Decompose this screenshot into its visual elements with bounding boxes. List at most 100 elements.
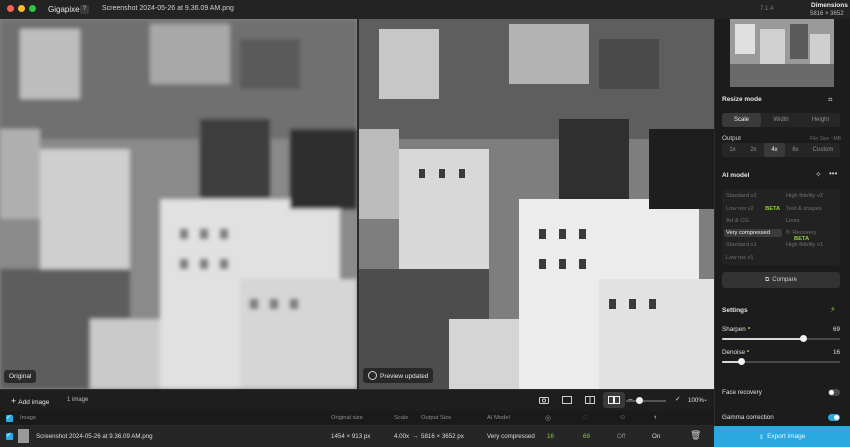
face-recovery-label: Face recovery: [722, 389, 762, 396]
navigator-thumbnail[interactable]: [730, 19, 834, 87]
denoise-slider-knob[interactable]: [738, 358, 745, 365]
row-denoise: 69: [583, 433, 590, 440]
model-high-fidelity-v2[interactable]: High fidelity v2: [786, 193, 823, 199]
resize-mode-tabs: Scale Width Height: [722, 113, 840, 127]
help-badge[interactable]: ?: [80, 5, 89, 14]
header-ai-model[interactable]: AI Model: [487, 415, 510, 421]
zoom-in-icon[interactable]: ✓: [675, 395, 681, 403]
close-window-button[interactable]: [7, 5, 14, 12]
ai-model-title: AI model: [722, 172, 750, 179]
row-scale: 4.00x: [394, 433, 410, 440]
file-thumbnail: [18, 429, 29, 443]
denoise-column-icon: ◌: [583, 414, 588, 421]
header-image[interactable]: Image: [20, 415, 36, 421]
header-scale[interactable]: Scale: [394, 415, 409, 421]
row-file-name: Screenshot 2024-05-26 at 9.36.09 AM.png: [36, 433, 153, 440]
upscaled-image: [359, 19, 714, 389]
sharpen-text: Sharpen: [722, 326, 746, 333]
header-output-size[interactable]: Output Size: [421, 415, 451, 421]
crop-icon[interactable]: ⌗: [828, 95, 833, 105]
beta-badge: BETA: [765, 206, 781, 212]
maximize-window-button[interactable]: [29, 5, 36, 12]
sharpen-value: 69: [833, 326, 841, 333]
lightning-icon[interactable]: ⚡: [830, 305, 836, 314]
model-low-res-v2[interactable]: Low res v2 BETA: [726, 206, 780, 212]
low-res-v2-label: Low res v2: [726, 206, 754, 212]
row-original-size: 1454 × 913 px: [331, 433, 371, 440]
denoise-text: Denoise: [722, 349, 746, 356]
scale-4x[interactable]: 4x: [764, 143, 785, 157]
model-standard-v2[interactable]: Standard v2: [726, 193, 757, 199]
compare-label: Compare: [772, 277, 797, 283]
gamma-correction-toggle[interactable]: [828, 414, 840, 421]
compare-button[interactable]: ⧉ Compare: [722, 272, 840, 288]
dimensions-value: 5816 × 3652: [810, 11, 844, 17]
scale-6x[interactable]: 6x: [785, 143, 806, 157]
header-original-size[interactable]: Original size: [331, 415, 363, 421]
select-all-checkbox[interactable]: [6, 413, 13, 422]
scale-1x[interactable]: 1x: [722, 143, 743, 157]
model-low-res-v1[interactable]: Low res v1: [726, 255, 754, 261]
sharpen-column-icon: ◎: [545, 415, 552, 422]
row-checkbox[interactable]: [6, 431, 13, 440]
row-sharpen: 16: [547, 433, 554, 440]
resize-mode-title: Resize mode: [722, 96, 762, 103]
output-scale-selector: 1x 2x 4x 6x Custom: [722, 143, 840, 157]
sharpen-slider[interactable]: [722, 335, 840, 342]
output-hint: File Size ~MB: [810, 136, 841, 142]
sparkle-icon[interactable]: ✧: [815, 170, 822, 179]
arrow-right-icon: →: [412, 433, 419, 440]
row-gamma: On: [652, 433, 661, 440]
split-view-icon[interactable]: [584, 394, 596, 406]
refresh-icon: ↻: [786, 230, 791, 236]
plus-icon: +: [11, 396, 17, 406]
row-output-size: 5816 × 3652 px: [421, 433, 464, 440]
add-image-label: Add image: [18, 399, 50, 406]
version-label: 7.1.4: [760, 6, 774, 12]
gamma-column-icon: ◐: [654, 414, 659, 421]
chevron-down-icon[interactable]: ⌄: [703, 396, 708, 403]
zoom-slider[interactable]: [626, 400, 666, 402]
model-very-compressed[interactable]: Very compressed: [724, 229, 782, 237]
sharpen-label: Sharpen: [722, 326, 750, 333]
row-face-recovery: Off: [617, 433, 626, 440]
sharpen-slider-knob[interactable]: [800, 335, 807, 342]
single-view-icon[interactable]: [561, 394, 573, 406]
tab-height[interactable]: Height: [801, 113, 840, 127]
original-label: Original: [4, 370, 37, 383]
export-image-button[interactable]: ⇪ Export image: [714, 426, 850, 447]
zoom-slider-knob[interactable]: [636, 397, 643, 404]
denoise-value: 16: [833, 349, 841, 356]
zoom-level[interactable]: 100%: [688, 397, 704, 404]
check-circle-icon: [368, 371, 377, 380]
scale-custom[interactable]: Custom: [806, 143, 840, 157]
model-recovery[interactable]: ↻ Recovery BETA: [786, 230, 840, 242]
face-column-icon: ☺: [619, 414, 627, 421]
navigator-image: [730, 19, 834, 87]
gamma-correction-label: Gamma correction: [722, 414, 774, 421]
model-text-shapes[interactable]: Text & shapes: [786, 206, 822, 212]
model-standard-v1[interactable]: Standard v1: [726, 242, 757, 248]
compare-icon: ⧉: [765, 276, 770, 283]
add-image-button[interactable]: + Add image: [11, 396, 49, 406]
ai-model-grid: Standard v2 High fidelity v2 Low res v2 …: [722, 189, 840, 265]
model-lines[interactable]: Lines: [786, 218, 800, 224]
window-file-name: Screenshot 2024-05-26 at 9.36.09 AM.png: [102, 5, 234, 12]
row-ai-model[interactable]: Very compressed: [487, 433, 535, 440]
tab-width[interactable]: Width: [761, 113, 801, 127]
dimensions-label: Dimensions: [811, 2, 848, 9]
denoise-slider[interactable]: [722, 358, 840, 365]
minimize-window-button[interactable]: [18, 5, 25, 12]
image-count: 1 image: [67, 397, 89, 403]
more-options-icon[interactable]: •••: [829, 169, 837, 178]
upscaled-pane: Preview updated: [359, 19, 714, 389]
split-divider[interactable]: [357, 19, 359, 389]
model-high-fidelity-v1[interactable]: High fidelity v1: [786, 242, 823, 248]
side-by-side-view-icon[interactable]: [603, 392, 625, 408]
trash-icon[interactable]: 🗑: [690, 430, 701, 441]
camera-icon[interactable]: [538, 394, 550, 406]
scale-2x[interactable]: 2x: [743, 143, 764, 157]
face-recovery-toggle[interactable]: [828, 389, 840, 396]
model-art-cg[interactable]: Art & CG: [726, 218, 749, 224]
tab-scale[interactable]: Scale: [722, 113, 761, 127]
